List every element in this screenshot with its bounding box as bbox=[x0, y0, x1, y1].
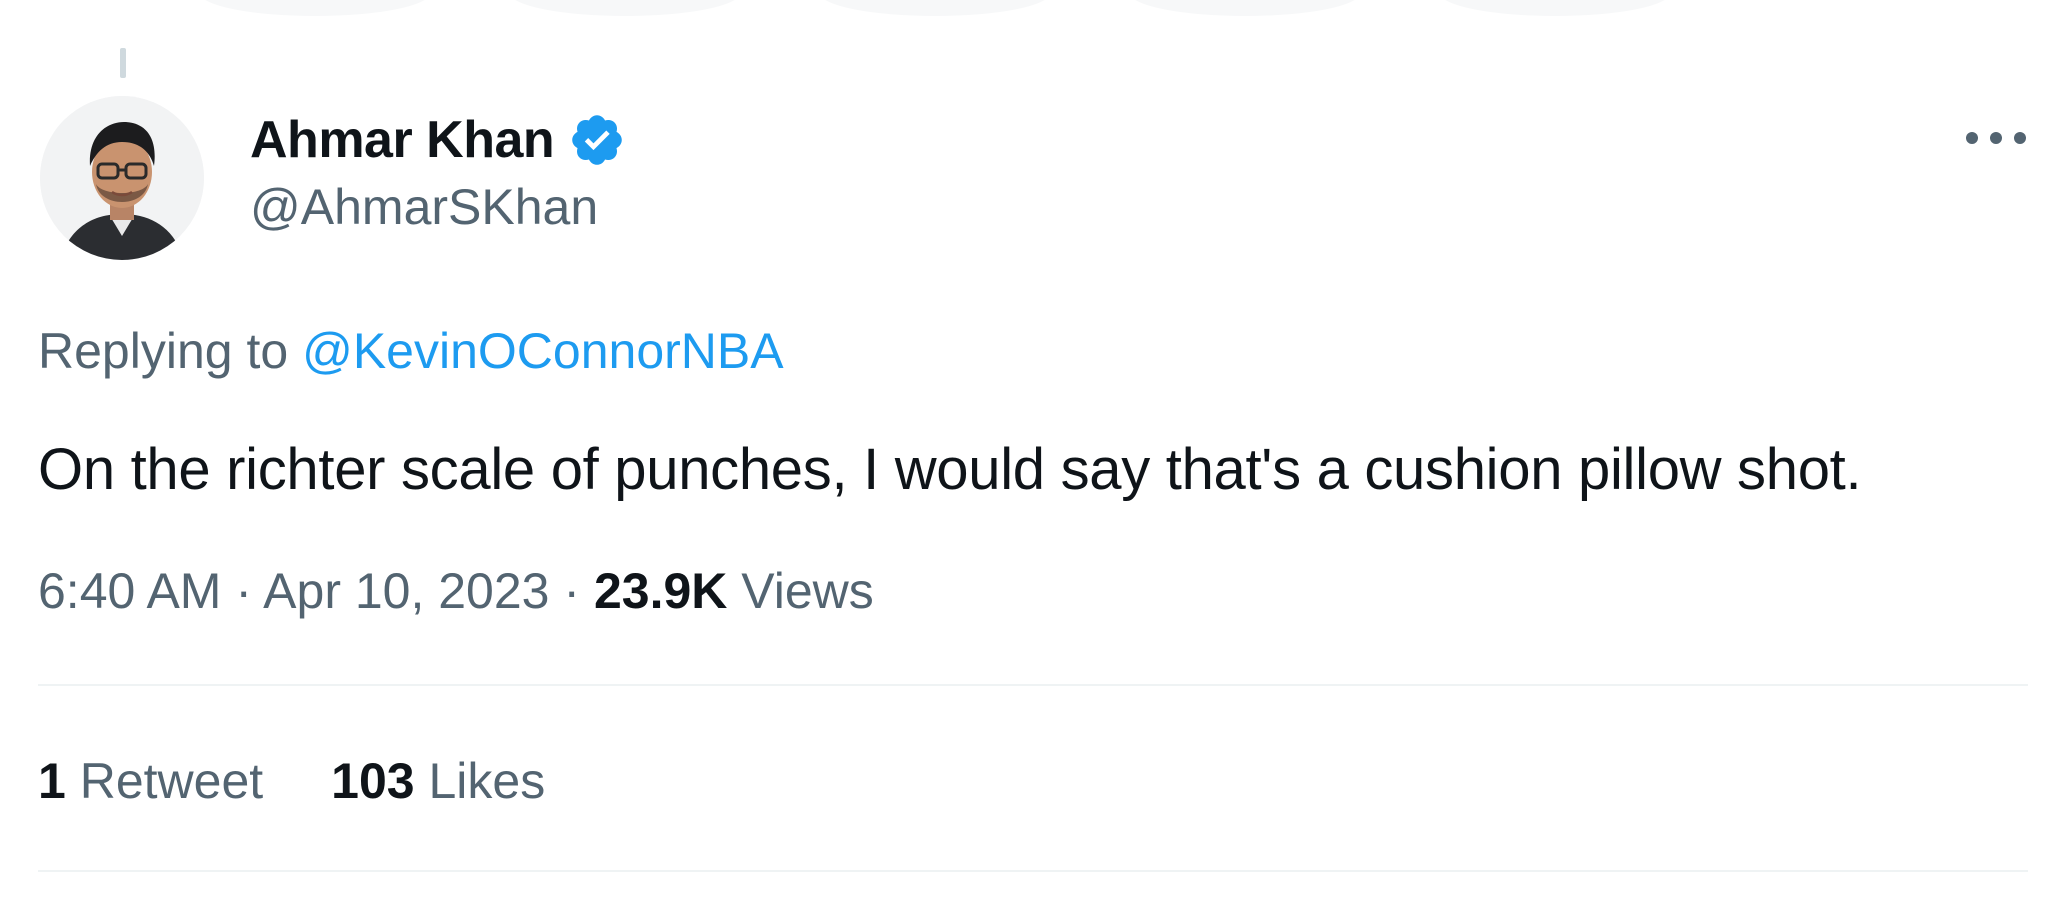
more-options-icon[interactable] bbox=[1966, 118, 2026, 158]
tweet-meta: 6:40 AM · Apr 10, 2023 · 23.9K Views bbox=[38, 562, 874, 620]
divider bbox=[38, 684, 2028, 686]
retweets-stat[interactable]: 1 Retweet bbox=[38, 752, 263, 810]
faded-shape bbox=[1440, 0, 1670, 16]
divider bbox=[38, 870, 2028, 872]
replying-to-line: Replying to @KevinOConnorNBA bbox=[38, 322, 784, 380]
dot bbox=[2014, 132, 2026, 144]
previous-tweet-faded-area bbox=[200, 0, 1800, 30]
tweet-text: On the richter scale of punches, I would… bbox=[38, 437, 1862, 502]
retweets-label: Retweet bbox=[79, 753, 264, 809]
likes-stat[interactable]: 103 Likes bbox=[331, 752, 545, 810]
views-label: Views bbox=[741, 563, 874, 619]
faded-shape bbox=[1130, 0, 1360, 16]
likes-count: 103 bbox=[331, 753, 415, 809]
dot bbox=[1990, 132, 2002, 144]
tweet-date[interactable]: Apr 10, 2023 bbox=[263, 563, 549, 619]
faded-shape bbox=[820, 0, 1050, 16]
meta-separator: · bbox=[563, 563, 581, 619]
display-name[interactable]: Ahmar Khan bbox=[250, 110, 555, 170]
author-name-row: Ahmar Khan bbox=[250, 106, 626, 174]
avatar[interactable] bbox=[40, 96, 204, 260]
author-handle[interactable]: @AhmarSKhan bbox=[250, 178, 598, 236]
likes-label: Likes bbox=[428, 753, 546, 809]
faded-shape bbox=[200, 0, 430, 16]
dot bbox=[1966, 132, 1978, 144]
verified-badge-icon[interactable] bbox=[568, 111, 626, 169]
avatar-image bbox=[40, 96, 204, 260]
engagement-stats: 1 Retweet 103 Likes bbox=[38, 752, 545, 810]
views-count: 23.9K bbox=[593, 563, 728, 619]
faded-shape bbox=[510, 0, 740, 16]
reply-mention-link[interactable]: @KevinOConnorNBA bbox=[302, 323, 784, 379]
meta-separator: · bbox=[235, 563, 253, 619]
tweet-time[interactable]: 6:40 AM bbox=[38, 563, 221, 619]
thread-connector-line bbox=[120, 48, 126, 78]
retweets-count: 1 bbox=[38, 753, 66, 809]
replying-to-label: Replying to bbox=[38, 323, 289, 379]
